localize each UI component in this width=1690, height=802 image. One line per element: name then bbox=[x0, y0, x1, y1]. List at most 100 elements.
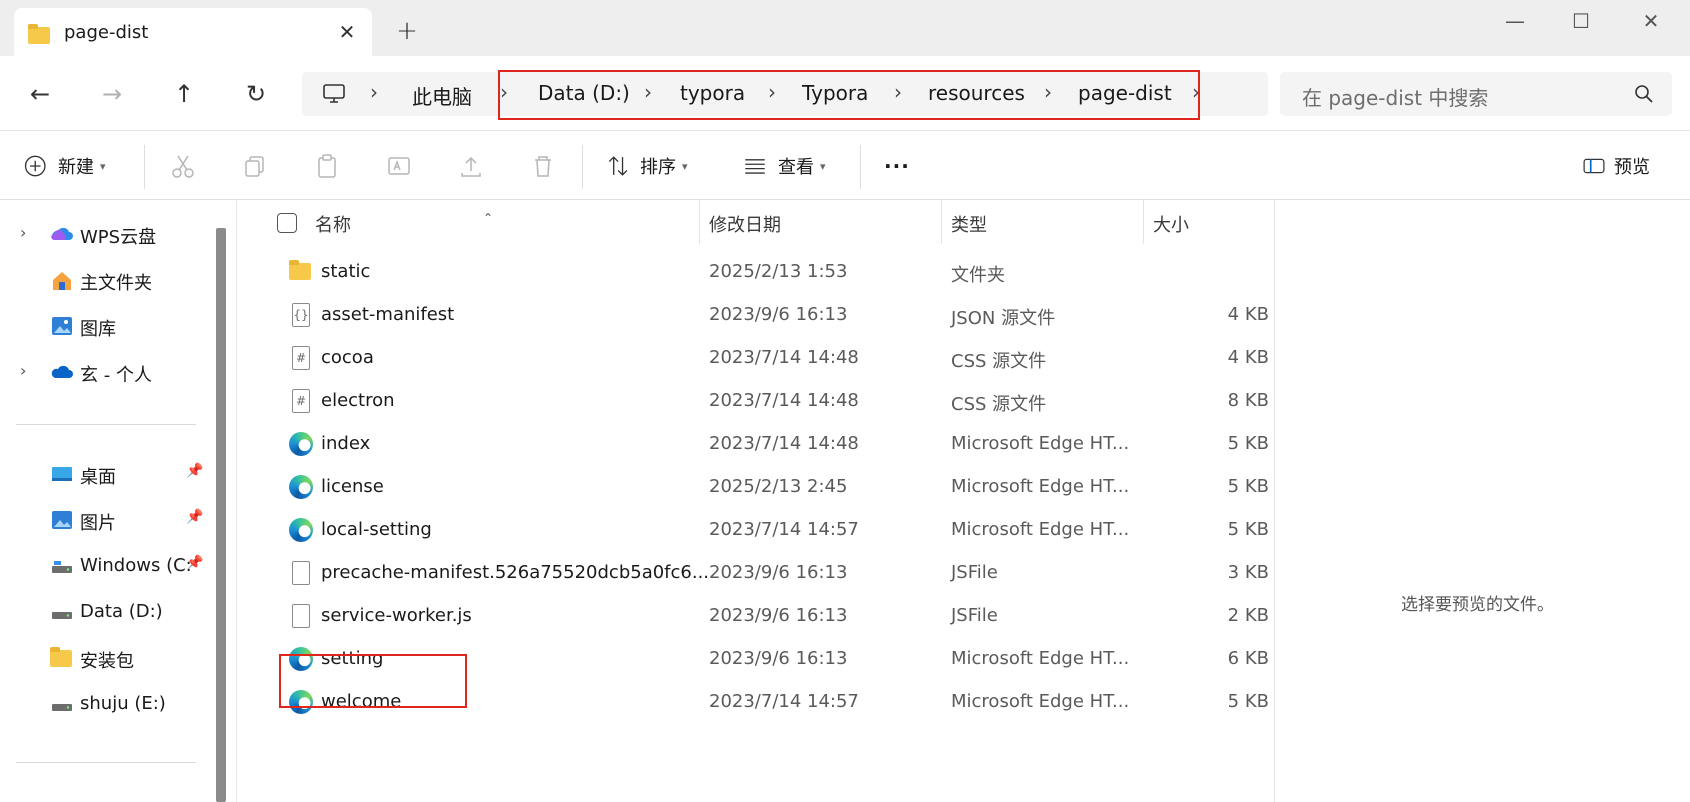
folder-icon bbox=[289, 260, 313, 284]
file-date: 2023/7/14 14:48 bbox=[709, 347, 859, 368]
preview-pane-icon bbox=[1583, 158, 1605, 174]
sidebar-item-pictures[interactable]: 图片 📌 bbox=[0, 500, 210, 540]
column-header-name[interactable]: 名称 bbox=[315, 211, 351, 237]
pin-icon[interactable]: 📌 bbox=[186, 509, 203, 525]
trash-icon bbox=[535, 156, 551, 177]
tab-close-button[interactable]: ✕ bbox=[332, 17, 362, 47]
file-name: index bbox=[321, 433, 371, 454]
sidebar-scrollbar[interactable] bbox=[216, 228, 226, 802]
forward-button[interactable]: → bbox=[92, 74, 132, 114]
delete-button[interactable] bbox=[526, 149, 560, 183]
gallery-icon bbox=[52, 317, 72, 335]
search-input[interactable]: 在 page-dist 中搜索 bbox=[1302, 82, 1488, 111]
column-divider[interactable] bbox=[699, 200, 700, 244]
rename-button[interactable] bbox=[382, 149, 416, 183]
view-button[interactable]: 查看 ▾ bbox=[740, 149, 826, 183]
file-name: service-worker.js bbox=[321, 605, 472, 626]
css-file-icon: # bbox=[289, 346, 313, 370]
file-row[interactable]: # cocoa 2023/7/14 14:48 CSS 源文件 4 KB bbox=[237, 336, 1275, 379]
command-bar: 新建 ▾ 排序 ▾ 查看 ▾ ··· 预览 bbox=[0, 130, 1690, 200]
file-type: JSFile bbox=[951, 562, 998, 583]
title-bar: page-dist ✕ + — ☐ ✕ bbox=[0, 0, 1690, 56]
chevron-down-icon: ▾ bbox=[820, 159, 826, 173]
sort-icon bbox=[608, 156, 628, 176]
sidebar-divider bbox=[16, 762, 196, 763]
file-size: 5 KB bbox=[1227, 691, 1269, 712]
file-type: Microsoft Edge HT... bbox=[951, 691, 1130, 712]
more-options-button[interactable]: ··· bbox=[884, 149, 910, 183]
toolbar-divider bbox=[582, 145, 583, 189]
highlight-box bbox=[279, 654, 467, 708]
file-icon bbox=[289, 561, 313, 585]
sidebar-item-desktop[interactable]: 桌面 📌 bbox=[0, 454, 210, 494]
sidebar-item-label: 图库 bbox=[80, 319, 116, 340]
json-file-icon: {} bbox=[289, 303, 313, 327]
column-header-size[interactable]: 大小 bbox=[1153, 211, 1189, 237]
copy-button[interactable] bbox=[238, 149, 272, 183]
toolbar-divider bbox=[860, 145, 861, 189]
file-type: JSFile bbox=[951, 605, 998, 626]
close-window-button[interactable]: ✕ bbox=[1626, 4, 1676, 38]
sidebar-item-installers[interactable]: 安装包 bbox=[0, 638, 210, 678]
preview-pane-button[interactable]: 预览 bbox=[1580, 149, 1650, 183]
pin-icon[interactable]: 📌 bbox=[186, 463, 203, 479]
up-button[interactable]: ↑ bbox=[164, 74, 204, 114]
breadcrumb-this-pc[interactable]: 此电脑 bbox=[412, 81, 472, 110]
file-type: Microsoft Edge HT... bbox=[951, 433, 1130, 454]
paste-button[interactable] bbox=[310, 149, 344, 183]
file-size: 8 KB bbox=[1227, 390, 1269, 411]
sidebar-item-onedrive[interactable]: › 玄 - 个人 bbox=[0, 352, 210, 392]
back-button[interactable]: ← bbox=[20, 74, 60, 114]
sidebar-item-label: Data (D:) bbox=[80, 601, 163, 622]
file-row[interactable]: # electron 2023/7/14 14:48 CSS 源文件 8 KB bbox=[237, 379, 1275, 422]
home-icon bbox=[53, 272, 71, 290]
preview-pane: 选择要预览的文件。 bbox=[1274, 200, 1690, 802]
tab-page-dist[interactable]: page-dist ✕ bbox=[14, 8, 372, 56]
minimize-button[interactable]: — bbox=[1490, 4, 1540, 38]
file-row[interactable]: license 2025/2/13 2:45 Microsoft Edge HT..… bbox=[237, 465, 1275, 508]
sidebar-item-label: 安装包 bbox=[80, 651, 134, 672]
chevron-right-icon[interactable]: › bbox=[20, 223, 26, 242]
file-row[interactable]: precache-manifest.526a75520dcb5a0fc6... 2… bbox=[237, 551, 1275, 594]
select-all-checkbox[interactable] bbox=[277, 213, 297, 233]
sidebar-item-home[interactable]: 主文件夹 bbox=[0, 260, 210, 300]
new-tab-button[interactable]: + bbox=[392, 16, 422, 46]
file-type: 文件夹 bbox=[951, 265, 1005, 286]
view-label: 查看 bbox=[778, 157, 814, 178]
file-name: electron bbox=[321, 390, 395, 411]
file-size: 5 KB bbox=[1227, 476, 1269, 497]
sidebar-item-data-d[interactable]: Data (D:) bbox=[0, 592, 210, 632]
sidebar-item-gallery[interactable]: 图库 bbox=[0, 306, 210, 346]
file-size: 6 KB bbox=[1227, 648, 1269, 669]
onedrive-icon bbox=[51, 365, 73, 378]
sidebar-item-windows-c[interactable]: Windows (C: 📌 bbox=[0, 546, 210, 586]
sort-label: 排序 bbox=[640, 157, 676, 178]
pin-icon[interactable]: 📌 bbox=[186, 555, 203, 571]
chevron-down-icon: ▾ bbox=[682, 159, 688, 173]
file-row[interactable]: index 2023/7/14 14:48 Microsoft Edge HT...… bbox=[237, 422, 1275, 465]
scissors-icon bbox=[172, 155, 194, 178]
cut-button[interactable] bbox=[166, 149, 200, 183]
search-box[interactable]: 在 page-dist 中搜索 bbox=[1280, 72, 1672, 116]
new-button[interactable]: 新建 ▾ bbox=[22, 149, 106, 183]
file-size: 3 KB bbox=[1227, 562, 1269, 583]
file-row[interactable]: local-setting 2023/7/14 14:57 Microsoft Ed… bbox=[237, 508, 1275, 551]
column-divider[interactable] bbox=[941, 200, 942, 244]
column-header-type[interactable]: 类型 bbox=[951, 211, 987, 237]
file-size: 4 KB bbox=[1227, 347, 1269, 368]
file-row[interactable]: {} asset-manifest 2023/9/6 16:13 JSON 源文件 4 … bbox=[237, 293, 1275, 336]
highlight-box bbox=[498, 70, 1200, 120]
column-divider[interactable] bbox=[1143, 200, 1144, 244]
chevron-right-icon[interactable]: › bbox=[20, 361, 26, 380]
sidebar-item-wps-cloud[interactable]: › WPS云盘 bbox=[0, 214, 210, 254]
file-date: 2023/9/6 16:13 bbox=[709, 648, 848, 669]
share-button[interactable] bbox=[454, 149, 488, 183]
refresh-button[interactable]: ↻ bbox=[236, 74, 276, 114]
maximize-button[interactable]: ☐ bbox=[1556, 4, 1606, 38]
sort-button[interactable]: 排序 ▾ bbox=[604, 149, 688, 183]
column-header-date[interactable]: 修改日期 bbox=[709, 211, 781, 237]
file-row[interactable]: service-worker.js 2023/9/6 16:13 JSFile 2 K… bbox=[237, 594, 1275, 637]
file-row[interactable]: static 2025/2/13 1:53 文件夹 bbox=[237, 250, 1275, 293]
preview-label: 预览 bbox=[1614, 157, 1650, 178]
sidebar-item-shuju-e[interactable]: shuju (E:) bbox=[0, 684, 210, 724]
